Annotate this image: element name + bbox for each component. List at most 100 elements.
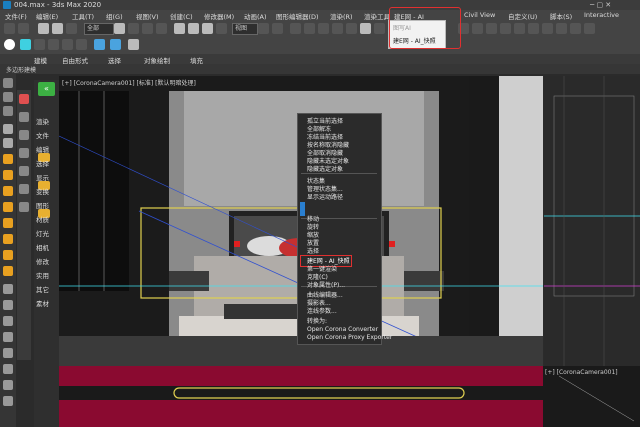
- bind-space-warp-icon[interactable]: [66, 23, 77, 34]
- strip-icon-12[interactable]: [3, 250, 13, 260]
- side-item-utility[interactable]: 实用: [36, 270, 49, 280]
- bottom-viewports[interactable]: [+] [CoronaCamera001]: [59, 366, 640, 427]
- menu-tools[interactable]: 工具(T): [72, 11, 94, 21]
- layer-icon[interactable]: [472, 23, 483, 34]
- strip-icon-15[interactable]: [3, 300, 13, 310]
- angle-snap-icon[interactable]: [318, 23, 329, 34]
- schematic-view-icon[interactable]: [514, 23, 525, 34]
- strip-icon-16[interactable]: [3, 316, 13, 326]
- strip-icon-5[interactable]: [3, 138, 13, 148]
- menu-scripting[interactable]: 脚本(S): [550, 11, 572, 21]
- side-item-select[interactable]: 选择: [36, 158, 49, 168]
- ctx-hide-selected[interactable]: 隐藏选定对象: [307, 164, 343, 173]
- plugin-icon-7[interactable]: [110, 39, 121, 50]
- menu-graph-editors[interactable]: 图形编辑器(D): [276, 11, 319, 21]
- link-icon[interactable]: [38, 23, 49, 34]
- select-by-name-icon[interactable]: [128, 23, 139, 34]
- strip-icon-13[interactable]: [3, 266, 13, 276]
- region-select-icon[interactable]: [142, 23, 153, 34]
- menu-group[interactable]: 组(G): [106, 11, 123, 21]
- snaps-toggle-icon[interactable]: [304, 23, 315, 34]
- ctx-object-properties[interactable]: 对象属性(P)...: [307, 280, 345, 289]
- side-item-file[interactable]: 文件: [36, 130, 49, 140]
- strip-icon-19[interactable]: [3, 364, 13, 374]
- menu-modifiers[interactable]: 修改器(M): [204, 11, 234, 21]
- tool-icon-b[interactable]: [19, 130, 29, 140]
- render-icon[interactable]: [570, 23, 581, 34]
- strip-icon-7[interactable]: [3, 170, 13, 180]
- menu-interactive[interactable]: Interactive: [584, 11, 619, 19]
- menu-edit[interactable]: 编辑(E): [36, 11, 58, 21]
- ctx-corona-proxy-exporter[interactable]: Open Corona Proxy Exporter: [307, 334, 392, 341]
- ctx-motion-paths[interactable]: 显示运动路径: [307, 192, 343, 201]
- right-viewport[interactable]: [544, 76, 640, 366]
- keyboard-shortcut-icon[interactable]: [290, 23, 301, 34]
- selection-filter[interactable]: 全部: [84, 23, 114, 35]
- pivot-icon[interactable]: [258, 23, 269, 34]
- strip-icon-6[interactable]: [3, 154, 13, 164]
- plugin-icon-2[interactable]: [34, 39, 45, 50]
- place-icon[interactable]: [216, 23, 227, 34]
- strip-icon-3[interactable]: [3, 106, 13, 116]
- menu-render-tools[interactable]: 渲染工具: [364, 11, 390, 21]
- window-controls[interactable]: ─ ▢ ✕: [590, 1, 611, 9]
- strip-icon-1[interactable]: [3, 78, 13, 88]
- strip-icon-17[interactable]: [3, 332, 13, 342]
- ctx-wire-params[interactable]: 连线参数...: [307, 306, 337, 315]
- ctx-convert-to[interactable]: 转换为:: [307, 316, 327, 325]
- strip-icon-10[interactable]: [3, 218, 13, 228]
- window-crossing-icon[interactable]: [156, 23, 167, 34]
- percent-snap-icon[interactable]: [332, 23, 343, 34]
- render-iterative-icon[interactable]: [584, 23, 595, 34]
- menu-file[interactable]: 文件(F): [5, 11, 27, 21]
- tool-icon-f[interactable]: [19, 202, 29, 212]
- menu-civil-view[interactable]: Civil View: [464, 11, 495, 19]
- rendered-frame-icon[interactable]: [556, 23, 567, 34]
- select-object-icon[interactable]: [114, 23, 125, 34]
- side-item-light[interactable]: 灯光: [36, 228, 49, 238]
- menu-animation[interactable]: 动画(A): [244, 11, 267, 21]
- side-item-camera[interactable]: 相机: [36, 242, 49, 252]
- side-item-transform[interactable]: 变换: [36, 186, 49, 196]
- menu-views[interactable]: 视图(V): [136, 11, 159, 21]
- ribbon-toggle-icon[interactable]: [486, 23, 497, 34]
- edit-named-selection-icon[interactable]: [360, 23, 371, 34]
- rotate-icon[interactable]: [188, 23, 199, 34]
- strip-icon-11[interactable]: [3, 234, 13, 244]
- ctx-select[interactable]: 选择: [307, 246, 319, 255]
- plugin-icon-3[interactable]: [48, 39, 59, 50]
- strip-icon-14[interactable]: [3, 284, 13, 294]
- tool-icon-red[interactable]: [19, 94, 29, 104]
- select-manipulate-icon[interactable]: [272, 23, 283, 34]
- strip-icon-4[interactable]: [3, 124, 13, 134]
- side-item-render[interactable]: 渲染: [36, 116, 49, 126]
- mirror-icon[interactable]: [374, 23, 385, 34]
- tool-icon-e[interactable]: [19, 184, 29, 194]
- side-item-assets[interactable]: 素材: [36, 298, 49, 308]
- viewport-label[interactable]: [+] [CoronaCamera001] [标准] [默认明暗处理]: [62, 78, 196, 87]
- strip-icon-2[interactable]: [3, 92, 13, 102]
- side-item-other[interactable]: 其它: [36, 284, 49, 294]
- move-icon[interactable]: [174, 23, 185, 34]
- strip-icon-18[interactable]: [3, 348, 13, 358]
- tool-icon-c[interactable]: [19, 148, 29, 158]
- render-setup-icon[interactable]: [542, 23, 553, 34]
- gear-icon[interactable]: [128, 39, 139, 50]
- unlink-icon[interactable]: [52, 23, 63, 34]
- menu-customize[interactable]: 自定义(U): [508, 11, 537, 21]
- search-icon[interactable]: [4, 39, 15, 50]
- strip-icon-9[interactable]: [3, 202, 13, 212]
- redo-icon[interactable]: [18, 23, 29, 34]
- tool-icon-d[interactable]: [19, 166, 29, 176]
- plugin-icon-6[interactable]: [94, 39, 105, 50]
- strip-icon-21[interactable]: [3, 396, 13, 406]
- curve-editor-icon[interactable]: [500, 23, 511, 34]
- undo-icon[interactable]: [4, 23, 15, 34]
- strip-icon-8[interactable]: [3, 186, 13, 196]
- scale-icon[interactable]: [202, 23, 213, 34]
- plugin-icon-5[interactable]: [76, 39, 87, 50]
- menu-create[interactable]: 创建(C): [170, 11, 193, 21]
- side-item-material[interactable]: 材质: [36, 214, 49, 224]
- tool-icon-a[interactable]: [19, 112, 29, 122]
- reference-coord-system[interactable]: 视图: [232, 23, 258, 35]
